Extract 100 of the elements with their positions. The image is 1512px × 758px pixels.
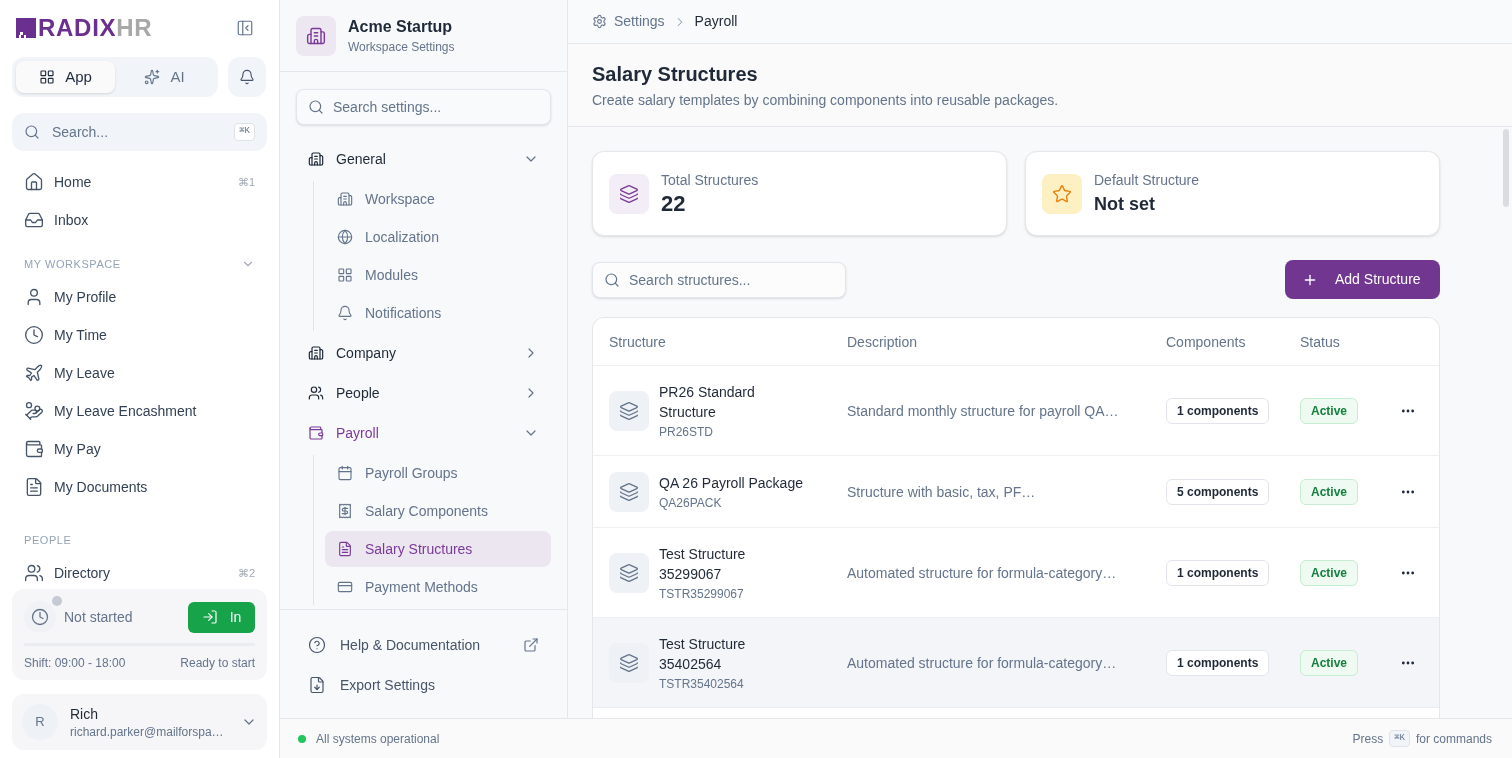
shift-hours: Shift: 09:00 - 18:00 (24, 655, 126, 672)
section-heading: MY WORKSPACE (24, 256, 121, 272)
file-download-icon (308, 676, 326, 694)
clock-status: Not started (64, 607, 133, 627)
mode-tab[interactable]: AI (115, 61, 214, 93)
grid-icon (39, 69, 56, 85)
settings-nav-item[interactable]: Workspace (325, 181, 551, 217)
nav-item[interactable]: My Documents (12, 468, 267, 506)
settings-nav-item[interactable]: Localization (325, 219, 551, 255)
structure-name: Test Structure 35299067 (659, 545, 747, 584)
status-badge: Active (1300, 560, 1359, 586)
sparkles-icon (144, 69, 161, 85)
settings-nav-item[interactable]: Payroll Groups (325, 455, 551, 491)
table-row[interactable]: Test Structure 35402564 TSTR35402564 Automated structure for formula-category… 1 components Active (593, 618, 1439, 708)
nav-item[interactable]: Directory ⌘2 (12, 554, 267, 589)
help-icon (308, 636, 326, 654)
stat-label: Total Structures (661, 170, 759, 190)
structure-name: PR26 Standard Structure (659, 383, 756, 422)
nav-item[interactable]: My Time (12, 316, 267, 354)
grid-icon (337, 267, 353, 283)
globe-icon (337, 229, 353, 245)
nav-item[interactable]: My Pay (12, 430, 267, 468)
layers-icon (609, 173, 649, 214)
status-badge: Active (1300, 479, 1359, 505)
workspace-name: Acme Startup (348, 16, 454, 37)
page-description: Create salary templates by combining components into reusable packages. (592, 91, 1060, 110)
breadcrumb-current: Payroll (694, 12, 738, 31)
document-icon (337, 541, 353, 557)
column-header: Components (1166, 333, 1246, 350)
external-link-icon (523, 637, 539, 653)
nav-item[interactable]: My Profile (12, 278, 267, 316)
user-name: Rich (70, 705, 99, 724)
component-count: 1 components (1166, 650, 1270, 676)
settings-search-field[interactable]: Search settings... (296, 89, 551, 125)
system-status: All systems operational (316, 730, 440, 748)
settings-group[interactable]: Company (296, 335, 551, 371)
settings-nav-item[interactable]: Salary Components (325, 493, 551, 529)
hint-text: Press (1352, 730, 1384, 748)
clock-icon (24, 325, 44, 345)
footer-link[interactable]: Export Settings (296, 667, 551, 703)
inbox-icon (24, 210, 44, 230)
building-icon (337, 191, 353, 207)
structure-description: Automated structure for formula-category… (847, 565, 1117, 581)
add-structure-button[interactable]: Add Structure (1285, 260, 1440, 299)
structure-code: PR26STD (659, 424, 715, 440)
search-icon (24, 124, 40, 140)
logo-mark-icon (16, 18, 36, 38)
shortcut-hint: ⌘2 (237, 565, 255, 581)
users-icon (24, 563, 44, 583)
settings-nav-item[interactable]: Modules (325, 257, 551, 293)
stat-label: Default Structure (1094, 170, 1200, 190)
settings-nav-item[interactable]: Salary Structures (325, 531, 551, 567)
component-count: 1 components (1166, 398, 1270, 424)
layers-icon (609, 553, 649, 593)
search-icon (604, 271, 620, 288)
stat-value: Not set (1094, 192, 1156, 216)
nav-item[interactable]: My Leave (12, 354, 267, 392)
breadcrumb-link[interactable]: Settings (592, 11, 665, 32)
component-count: 5 components (1166, 479, 1270, 505)
structure-description: Automated structure for formula-category… (847, 655, 1117, 671)
nav-item[interactable]: Home ⌘1 (12, 163, 267, 201)
settings-nav-item[interactable]: Payment Methods (325, 569, 551, 605)
component-count: 1 components (1166, 560, 1270, 586)
receipt-icon (337, 503, 353, 519)
bell-icon (239, 69, 255, 85)
structure-search-field[interactable]: Search structures... (592, 261, 846, 298)
document-icon (24, 477, 44, 497)
scrollbar-thumb[interactable] (1503, 129, 1509, 207)
settings-group[interactable]: General (296, 141, 551, 177)
notifications-button[interactable] (228, 57, 266, 97)
stat-value: 22 (661, 189, 687, 218)
structure-code: TSTR35402564 (659, 676, 745, 692)
column-header: Structure (609, 333, 666, 350)
mode-tab[interactable]: App (16, 61, 115, 93)
settings-group[interactable]: Payroll (296, 415, 551, 451)
structure-name: Test Structure 35402564 (659, 635, 747, 674)
user-card[interactable]: R Rich richard.parker@mailforspa… (12, 694, 267, 750)
structure-description: Standard monthly structure for payroll QA… (847, 403, 1119, 419)
footer-link[interactable]: Help & Documentation (296, 627, 551, 663)
shortcut-key: ⌘K (1389, 729, 1410, 748)
shift-status: Ready to start (180, 655, 255, 672)
clock-icon (24, 601, 56, 633)
structure-code: QA26PACK (659, 495, 723, 511)
structure-description: Structure with basic, tax, PF… (847, 484, 1036, 500)
wallet-icon (308, 425, 324, 441)
hand-coins-icon (24, 401, 44, 421)
workspace-subtitle: Workspace Settings (348, 38, 455, 55)
credit-card-icon (337, 579, 353, 595)
nav-item[interactable]: My Leave Encashment (12, 392, 267, 430)
settings-nav-item[interactable]: Notifications (325, 295, 551, 331)
nav-item[interactable]: Inbox (12, 201, 267, 239)
logo-text: RADIXHR (38, 14, 153, 42)
panel-collapse-icon (236, 19, 254, 37)
settings-group[interactable]: People (296, 375, 551, 411)
building-icon (308, 151, 324, 167)
page-title: Salary Structures (592, 62, 759, 87)
log-in-icon (201, 609, 218, 625)
layers-icon (609, 472, 649, 512)
settings-icon (592, 14, 607, 29)
status-badge: Active (1300, 650, 1359, 676)
